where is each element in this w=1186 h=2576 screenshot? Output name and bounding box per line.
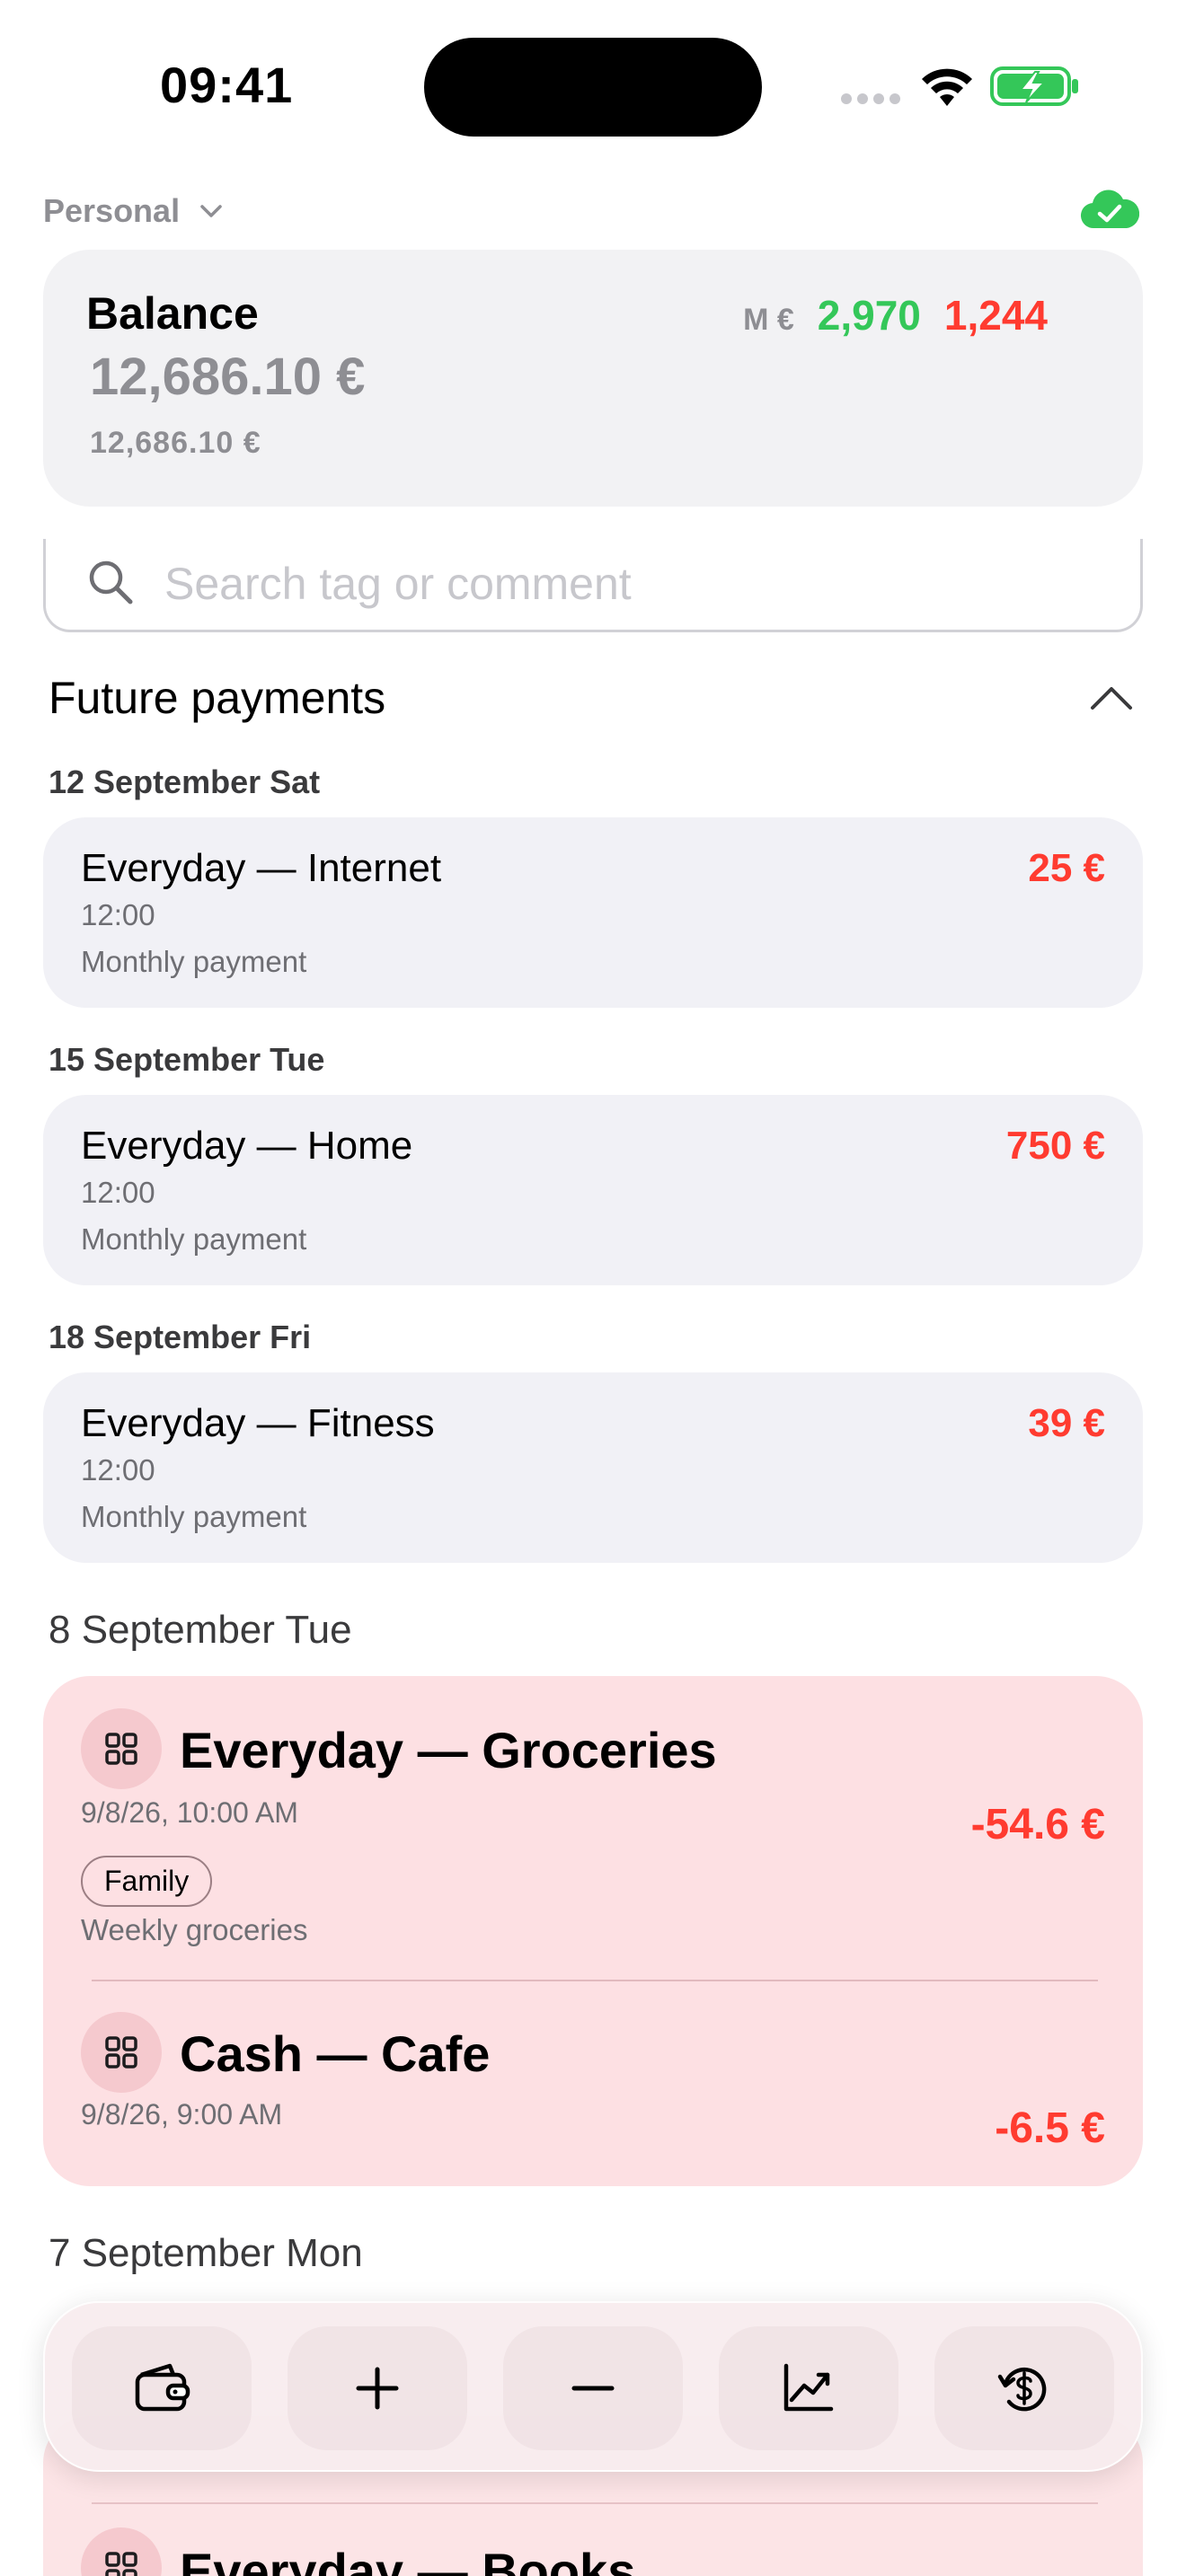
currency-history-icon: [997, 2367, 1047, 2412]
add-income-button[interactable]: [288, 2326, 467, 2450]
future-payment-time: 12:00: [81, 1176, 155, 1209]
transaction-datetime: 9/8/26, 10:00 AM: [81, 1796, 298, 1829]
category-grid-icon: [81, 2012, 162, 2093]
history-button[interactable]: [934, 2326, 1114, 2450]
category-grid-icon: [81, 2527, 162, 2576]
transaction-name: Cash — Cafe: [180, 2025, 491, 2082]
account-name: Personal: [43, 192, 181, 229]
future-payment-time: 12:00: [81, 898, 155, 931]
search-input[interactable]: [164, 539, 1099, 629]
status-time: 09:41: [160, 57, 294, 113]
future-payment-note: Monthly payment: [81, 945, 307, 978]
day-header: 7 September Mon: [49, 2231, 363, 2275]
future-payment-amount: 750 €: [1005, 1124, 1105, 1168]
chevron-up-icon[interactable]: [1089, 683, 1134, 713]
future-payment-amount: 39 €: [1028, 1401, 1105, 1445]
cellular-signal-icon: [841, 93, 902, 106]
balance-title: Balance: [86, 288, 259, 339]
month-expense: 1,244: [943, 292, 1048, 339]
future-payments-title: Future payments: [49, 673, 386, 723]
minus-icon: [571, 2386, 615, 2391]
transaction-row[interactable]: Everyday — Groceries 9/8/26, 10:00 AM -5…: [43, 1676, 1143, 1980]
future-payment-name: Everyday — Internet: [81, 846, 442, 890]
future-payment-name: Everyday — Home: [81, 1124, 413, 1168]
statistics-button[interactable]: [719, 2326, 898, 2450]
transaction-name: Everyday — Groceries: [180, 1722, 717, 1778]
battery-charging-icon: [990, 66, 1078, 106]
balance-card[interactable]: Balance 12,686.10 € 12,686.10 € M € 2,97…: [43, 250, 1143, 507]
future-payment-card[interactable]: Everyday — Fitness 12:00 Monthly payment…: [43, 1372, 1143, 1563]
account-selector[interactable]: Personal: [43, 192, 225, 230]
search-bar: [43, 539, 1143, 632]
wallet-icon: [135, 2363, 190, 2412]
category-grid-icon: [81, 1708, 162, 1789]
wallet-button[interactable]: [72, 2326, 252, 2450]
day-header: 8 September Tue: [49, 1608, 352, 1652]
month-income: 2,970: [817, 292, 921, 339]
cloud-sync-check-icon[interactable]: [1080, 189, 1139, 232]
chevron-down-icon: [200, 205, 222, 217]
add-expense-button[interactable]: [503, 2326, 683, 2450]
transaction-amount: -6.5 €: [995, 2104, 1105, 2152]
future-payment-card[interactable]: Everyday — Internet 12:00 Monthly paymen…: [43, 817, 1143, 1008]
wifi-icon: [922, 68, 972, 106]
future-payment-time: 12:00: [81, 1453, 155, 1486]
plus-icon: [356, 2367, 399, 2410]
divider: [92, 2502, 1098, 2504]
future-payment-name: Everyday — Fitness: [81, 1401, 435, 1445]
future-payment-date: 12 September Sat: [49, 763, 321, 800]
bottom-tab-bar: [43, 2301, 1143, 2472]
future-payment-card[interactable]: Everyday — Home 12:00 Monthly payment 75…: [43, 1095, 1143, 1285]
balance-converted-amount: 12,686.10 €: [90, 426, 261, 460]
dynamic-island: [424, 38, 762, 137]
transaction-note: Weekly groceries: [81, 1913, 308, 1946]
status-bar: 09:41: [0, 0, 1186, 162]
future-payment-note: Monthly payment: [81, 1500, 307, 1533]
transaction-datetime: 9/8/26, 9:00 AM: [81, 2098, 283, 2130]
future-payment-note: Monthly payment: [81, 1222, 307, 1256]
future-payment-amount: 25 €: [1028, 846, 1105, 890]
tag-chip[interactable]: Family: [81, 1856, 213, 1907]
transaction-row[interactable]: Cash — Cafe 9/8/26, 9:00 AM -6.5 €: [43, 1981, 1143, 2186]
transaction-amount: -54.6 €: [970, 1801, 1105, 1848]
balance-amount: 12,686.10 €: [90, 348, 366, 406]
month-currency-label: M €: [743, 303, 794, 337]
future-payment-date: 18 September Fri: [49, 1319, 312, 1355]
transaction-group: Everyday — Groceries 9/8/26, 10:00 AM -5…: [43, 1676, 1143, 2186]
chart-icon: [783, 2363, 834, 2412]
month-stats: M € 2,970 1,244: [743, 291, 1048, 340]
search-icon: [89, 560, 133, 604]
future-payment-date: 15 September Tue: [49, 1041, 325, 1078]
transaction-name[interactable]: Everyday — Books: [180, 2542, 635, 2576]
